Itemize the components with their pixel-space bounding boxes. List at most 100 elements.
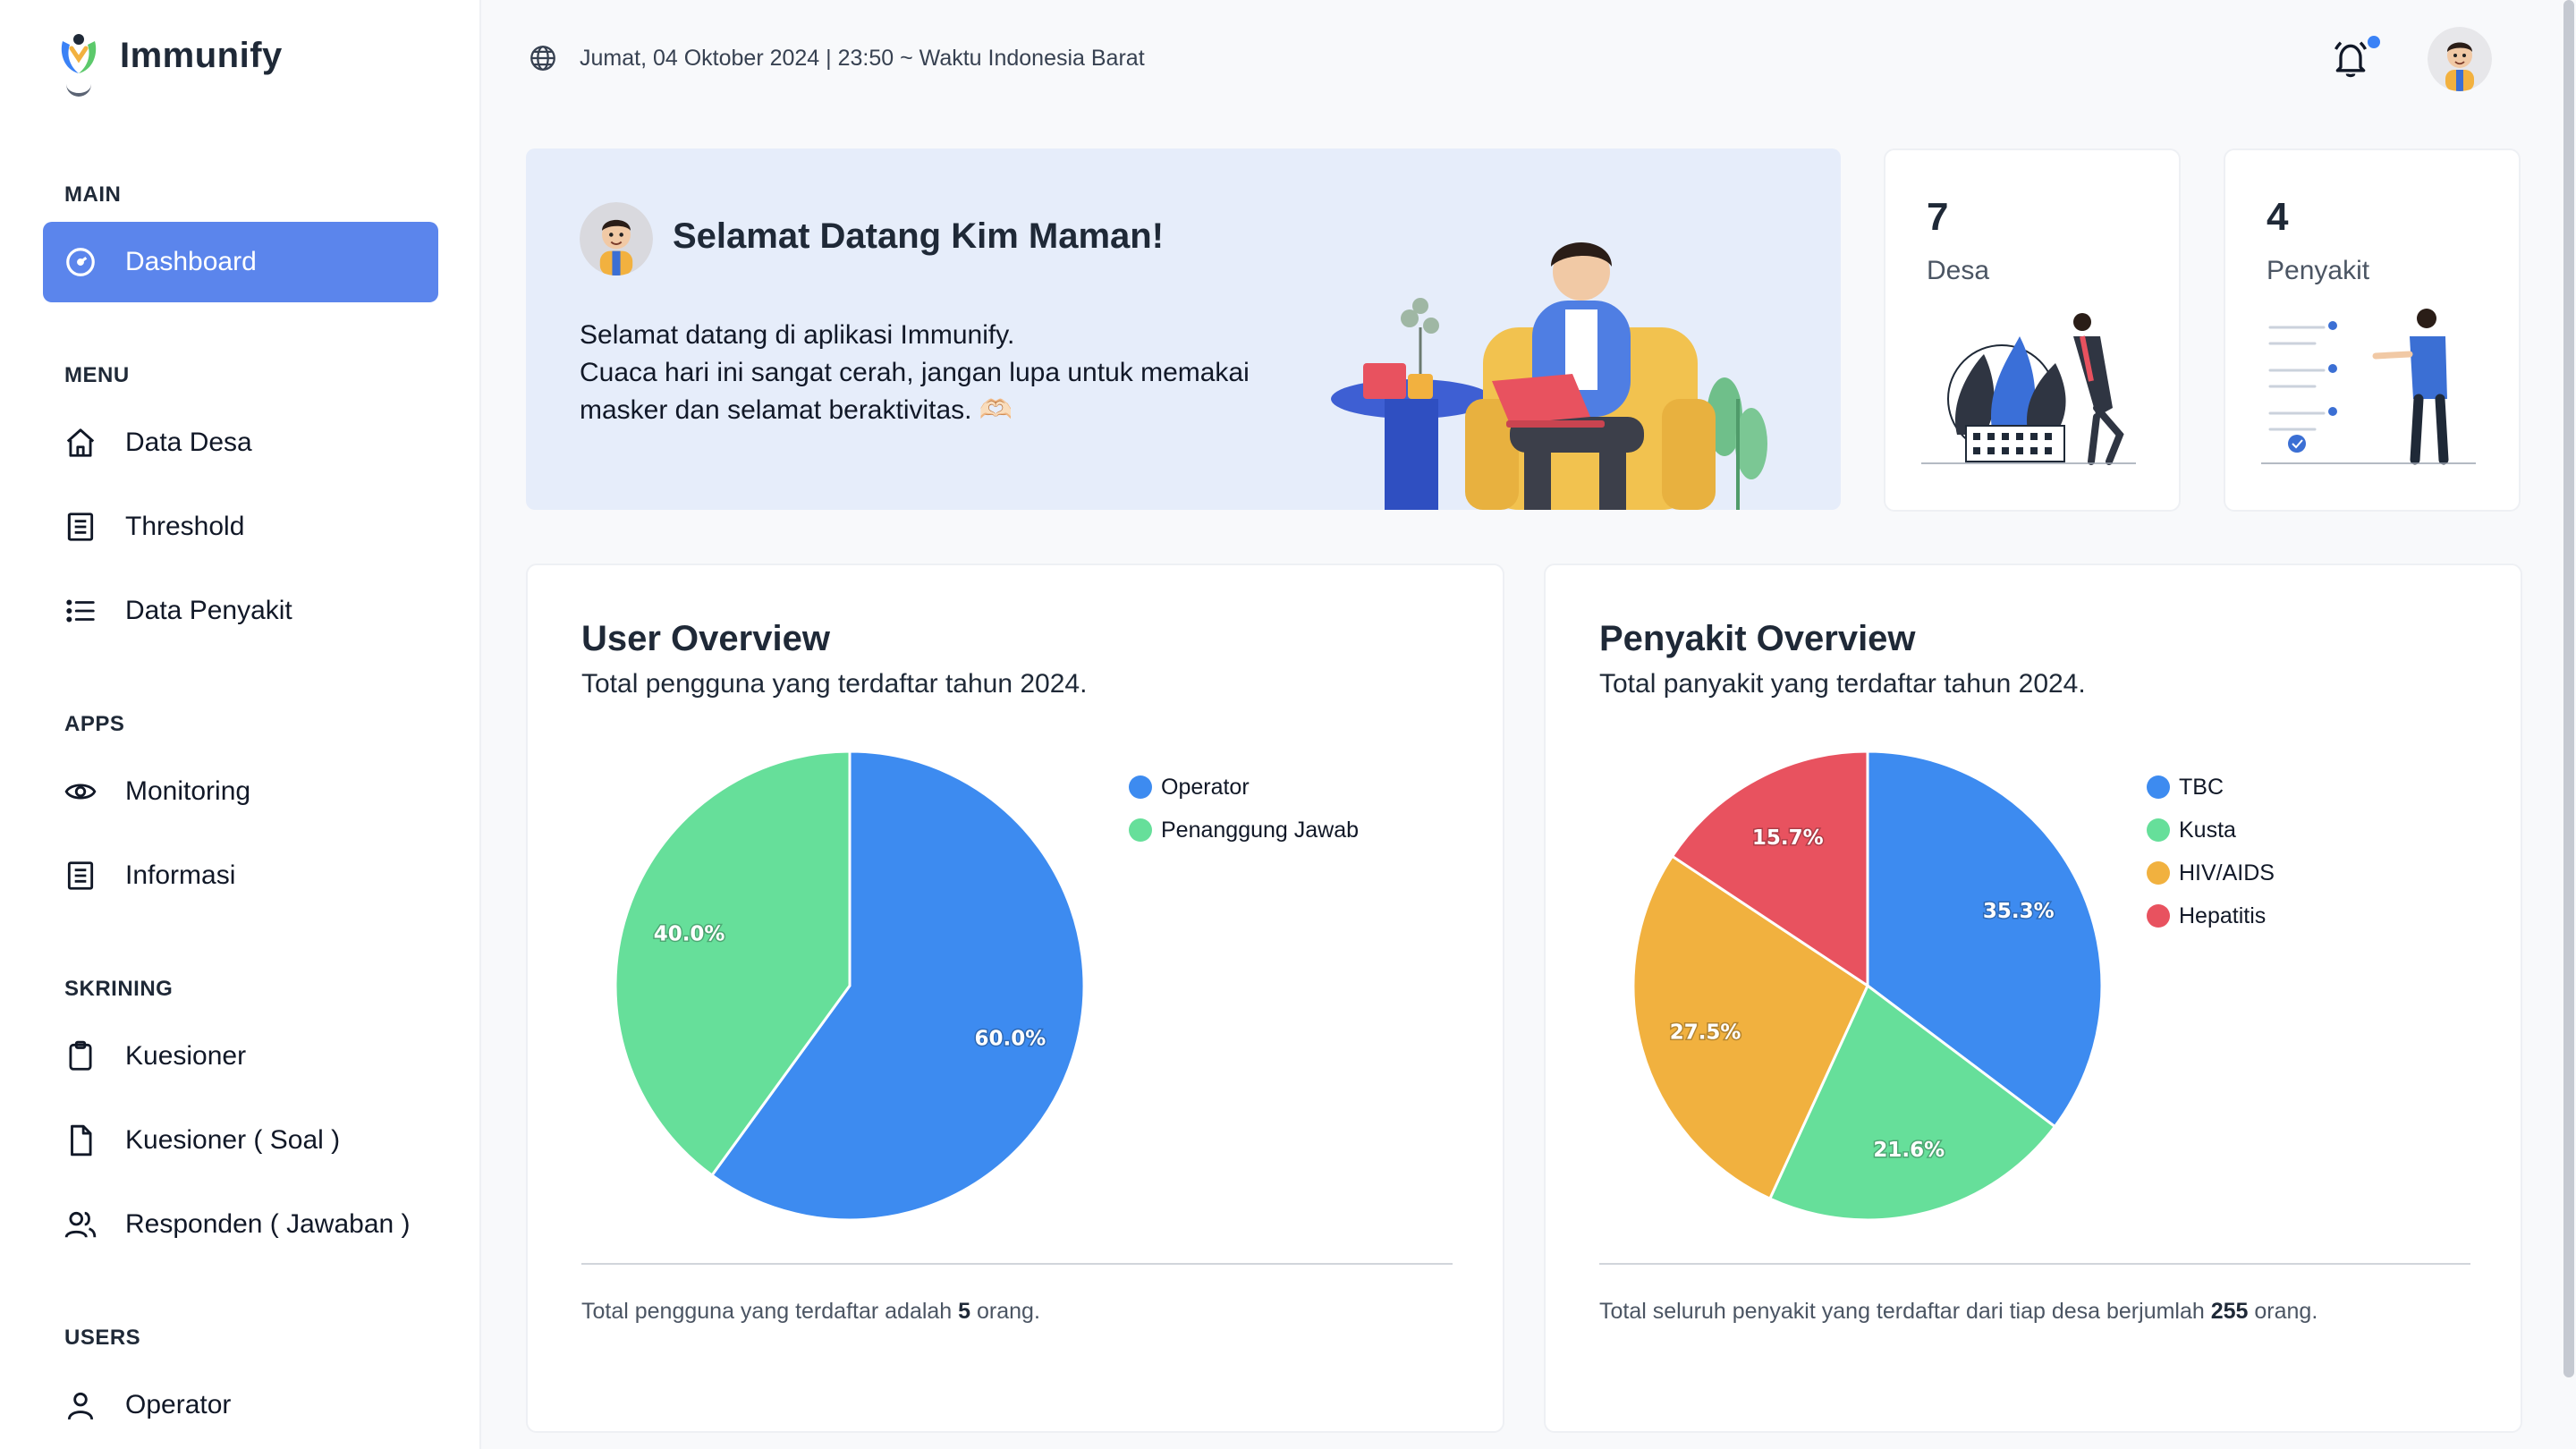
bell-icon[interactable] bbox=[2331, 39, 2370, 79]
footer-text: Total pengguna yang terdaftar adalah bbox=[581, 1299, 959, 1324]
pie-slice-label: 27.5% bbox=[1670, 1021, 1741, 1045]
home-icon bbox=[63, 425, 98, 461]
person-working-illustration bbox=[1331, 242, 1767, 510]
datetime-text: Jumat, 04 Oktober 2024 | 23:50 ~ Waktu I… bbox=[580, 45, 1145, 71]
card-title: User Overview bbox=[581, 619, 830, 658]
checklist-illustration bbox=[2261, 309, 2476, 465]
brand-name: Immunify bbox=[120, 35, 283, 75]
legend-label: Operator bbox=[1161, 774, 1250, 800]
sidebar-item-label: Data Desa bbox=[125, 428, 252, 457]
stat-value: 7 bbox=[1927, 195, 1949, 239]
users-icon bbox=[63, 1207, 98, 1242]
header-datetime: Jumat, 04 Oktober 2024 | 23:50 ~ Waktu I… bbox=[528, 43, 1145, 73]
brand[interactable]: Immunify bbox=[57, 32, 283, 79]
legend-label: Penanggung Jawab bbox=[1161, 817, 1360, 843]
village-illustration bbox=[1921, 313, 2136, 465]
penyakit-pie-chart: 35.3% 21.6% 27.5% 15.7% bbox=[1631, 750, 2104, 1222]
legend-item[interactable]: Hepatitis bbox=[2147, 894, 2275, 937]
clipboard-icon bbox=[63, 1038, 98, 1074]
welcome-line: masker dan selamat beraktivitas. 🫶🏻 bbox=[580, 395, 1013, 425]
card-footer: Total seluruh penyakit yang terdaftar da… bbox=[1599, 1299, 2318, 1325]
sidebar-item-threshold[interactable]: Threshold bbox=[43, 487, 438, 567]
footer-text: Total seluruh penyakit yang terdaftar da… bbox=[1599, 1299, 2211, 1324]
sidebar-item-operator[interactable]: Operator bbox=[43, 1365, 438, 1445]
welcome-message: Selamat datang di aplikasi Immunify. Cua… bbox=[580, 317, 1259, 429]
brand-underline bbox=[66, 84, 91, 97]
user-icon bbox=[63, 1387, 98, 1423]
user-overview-card: User Overview Total pengguna yang terdaf… bbox=[526, 564, 1504, 1433]
legend-label: Kusta bbox=[2179, 817, 2236, 843]
sidebar: Immunify MAIN Dashboard MENU Data Desa T… bbox=[0, 0, 481, 1449]
sidebar-item-label: Monitoring bbox=[125, 776, 251, 806]
legend-item[interactable]: Kusta bbox=[2147, 809, 2275, 852]
sidebar-item-dashboard[interactable]: Dashboard bbox=[43, 222, 438, 302]
legend-swatch bbox=[2147, 861, 2170, 885]
welcome-card: Selamat Datang Kim Maman! Selamat datang… bbox=[526, 148, 1841, 510]
legend-item[interactable]: Operator bbox=[1129, 766, 1359, 809]
footer-count: 5 bbox=[958, 1299, 971, 1324]
legend-label: Hepatitis bbox=[2179, 902, 2267, 928]
sidebar-item-label: Kuesioner bbox=[125, 1041, 247, 1071]
welcome-line: Selamat datang di aplikasi Immunify. bbox=[580, 320, 1015, 350]
legend-item[interactable]: TBC bbox=[2147, 766, 2275, 809]
globe-icon bbox=[530, 46, 555, 71]
sidebar-item-responden-jawaban[interactable]: Responden ( Jawaban ) bbox=[43, 1184, 438, 1265]
stat-label: Desa bbox=[1927, 256, 1990, 285]
legend-swatch bbox=[2147, 818, 2170, 842]
legend-swatch bbox=[2147, 775, 2170, 799]
sidebar-item-label: Informasi bbox=[125, 860, 236, 890]
pie-slice-label: 21.6% bbox=[1873, 1139, 1945, 1162]
divider bbox=[581, 1263, 1453, 1265]
section-title-users: USERS bbox=[64, 1326, 141, 1350]
welcome-line: Cuaca hari ini sangat cerah, jangan lupa… bbox=[580, 358, 1250, 387]
footer-text: orang. bbox=[2248, 1299, 2318, 1324]
penyakit-overview-card: Penyakit Overview Total panyakit yang te… bbox=[1544, 564, 2522, 1433]
legend-item[interactable]: HIV/AIDS bbox=[2147, 852, 2275, 894]
pie-slice-label: 15.7% bbox=[1752, 826, 1824, 850]
section-title-main: MAIN bbox=[64, 182, 122, 207]
list-box-icon bbox=[63, 509, 98, 545]
sidebar-item-kuesioner-soal[interactable]: Kuesioner ( Soal ) bbox=[43, 1100, 438, 1181]
legend-swatch bbox=[1129, 775, 1152, 799]
sidebar-item-label: Responden ( Jawaban ) bbox=[125, 1209, 411, 1239]
sidebar-item-kuesioner[interactable]: Kuesioner bbox=[43, 1016, 438, 1097]
user-pie-chart: 60.0% 40.0% bbox=[614, 750, 1086, 1222]
divider bbox=[1599, 1263, 2470, 1265]
stat-label: Penyakit bbox=[2267, 256, 2370, 285]
pie-slice-label: 40.0% bbox=[654, 923, 725, 946]
legend-item[interactable]: Penanggung Jawab bbox=[1129, 809, 1359, 852]
list-box-icon bbox=[63, 858, 98, 894]
sidebar-item-label: Dashboard bbox=[125, 247, 257, 276]
sidebar-item-monitoring[interactable]: Monitoring bbox=[43, 751, 438, 832]
stat-card-desa: 7 Desa bbox=[1884, 148, 2181, 512]
file-icon bbox=[63, 1123, 98, 1158]
card-subtitle: Total panyakit yang terdaftar tahun 2024… bbox=[1599, 669, 2086, 699]
legend-swatch bbox=[2147, 904, 2170, 928]
card-subtitle: Total pengguna yang terdaftar tahun 2024… bbox=[581, 669, 1088, 699]
eye-icon bbox=[63, 774, 98, 809]
legend-label: TBC bbox=[2179, 774, 2224, 800]
stat-value: 4 bbox=[2267, 195, 2289, 239]
gauge-icon bbox=[63, 244, 98, 280]
app-root: Immunify MAIN Dashboard MENU Data Desa T… bbox=[0, 0, 2576, 1449]
avatar[interactable] bbox=[2428, 27, 2492, 91]
immunify-logo-icon bbox=[61, 34, 97, 73]
sidebar-item-label: Data Penyakit bbox=[125, 596, 292, 625]
sidebar-item-informasi[interactable]: Informasi bbox=[43, 835, 438, 916]
sidebar-item-data-penyakit[interactable]: Data Penyakit bbox=[43, 571, 438, 651]
sidebar-item-label: Threshold bbox=[125, 512, 245, 541]
welcome-title: Selamat Datang Kim Maman! bbox=[673, 216, 1165, 256]
scrollbar[interactable] bbox=[2563, 0, 2574, 1377]
chart-legend: Operator Penanggung Jawab bbox=[1129, 766, 1359, 852]
card-title: Penyakit Overview bbox=[1599, 619, 1916, 658]
stat-card-penyakit: 4 Penyakit bbox=[2224, 148, 2521, 512]
pie-slice-label: 35.3% bbox=[1983, 900, 2055, 923]
section-title-apps: APPS bbox=[64, 712, 125, 736]
sidebar-item-data-desa[interactable]: Data Desa bbox=[43, 402, 438, 483]
section-title-menu: MENU bbox=[64, 363, 130, 387]
avatar bbox=[580, 202, 653, 275]
footer-count: 255 bbox=[2210, 1299, 2249, 1324]
legend-label: HIV/AIDS bbox=[2179, 860, 2275, 886]
sidebar-item-label: Kuesioner ( Soal ) bbox=[125, 1125, 341, 1155]
footer-text: orang. bbox=[970, 1299, 1040, 1324]
